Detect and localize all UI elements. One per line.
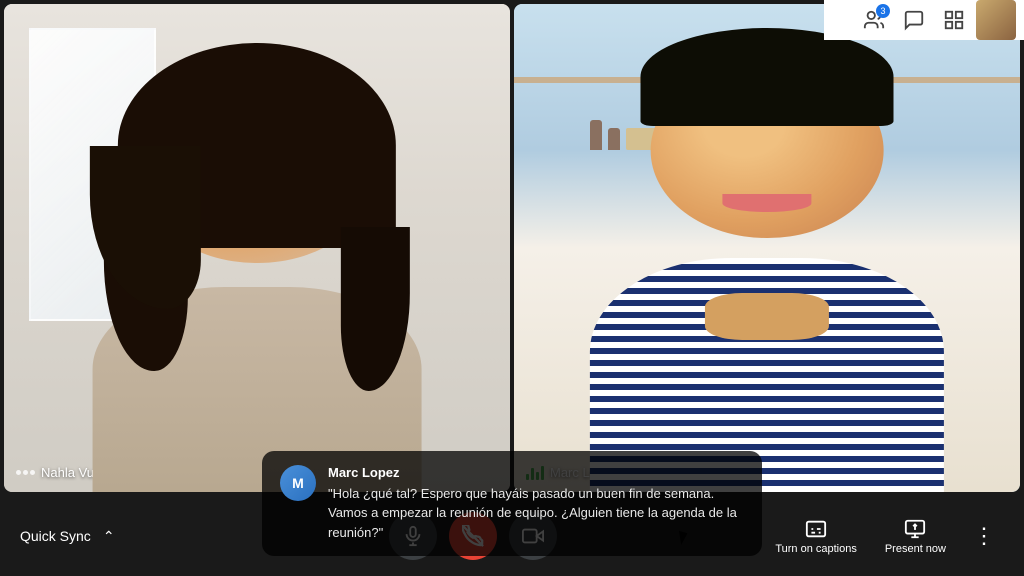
marc-hair: [641, 28, 894, 126]
present-button[interactable]: Present now: [875, 512, 956, 561]
video-tile-nahla: Nahla Vu: [4, 4, 510, 492]
participants-badge: 3: [876, 4, 890, 18]
meeting-title: Quick Sync: [20, 528, 91, 544]
present-label: Present now: [885, 543, 946, 555]
video-grid: Nahla Vu: [0, 0, 1024, 496]
dot-1: [16, 470, 21, 475]
caption-overlay: M Marc Lopez "Hola ¿qué tal? Espero que …: [262, 451, 762, 557]
participants-button[interactable]: 3: [856, 2, 892, 38]
caption-text: "Hola ¿qué tal? Espero que hayáis pasado…: [328, 484, 744, 543]
activities-button[interactable]: [936, 2, 972, 38]
nahla-hair: [118, 43, 396, 248]
nahla-name-label: Nahla Vu: [16, 465, 94, 480]
caption-text-block: Marc Lopez "Hola ¿qué tal? Espero que ha…: [328, 465, 744, 543]
meeting-title-expand-button[interactable]: ⌃: [99, 526, 119, 547]
video-tile-marc: Marc Lopez: [514, 4, 1020, 492]
dot-2: [23, 470, 28, 475]
more-icon: ⋮: [973, 523, 995, 549]
chevron-up-icon: ⌃: [103, 528, 115, 545]
controls-right: Turn on captions Present now ⋮: [765, 512, 1004, 561]
nahla-audio-indicator: [16, 470, 35, 475]
captions-button[interactable]: Turn on captions: [765, 512, 867, 561]
top-bar: 3: [824, 0, 1024, 40]
more-button[interactable]: ⋮: [964, 516, 1004, 556]
caption-speaker-name: Marc Lopez: [328, 465, 744, 480]
chat-button[interactable]: [896, 2, 932, 38]
caption-avatar-initial: M: [292, 475, 304, 491]
meeting-title-area: Quick Sync ⌃: [20, 526, 180, 547]
captions-label: Turn on captions: [775, 543, 857, 555]
caption-avatar: M: [280, 465, 316, 501]
self-avatar-thumb: [976, 0, 1016, 40]
nahla-name: Nahla Vu: [41, 465, 94, 480]
dot-3: [30, 470, 35, 475]
